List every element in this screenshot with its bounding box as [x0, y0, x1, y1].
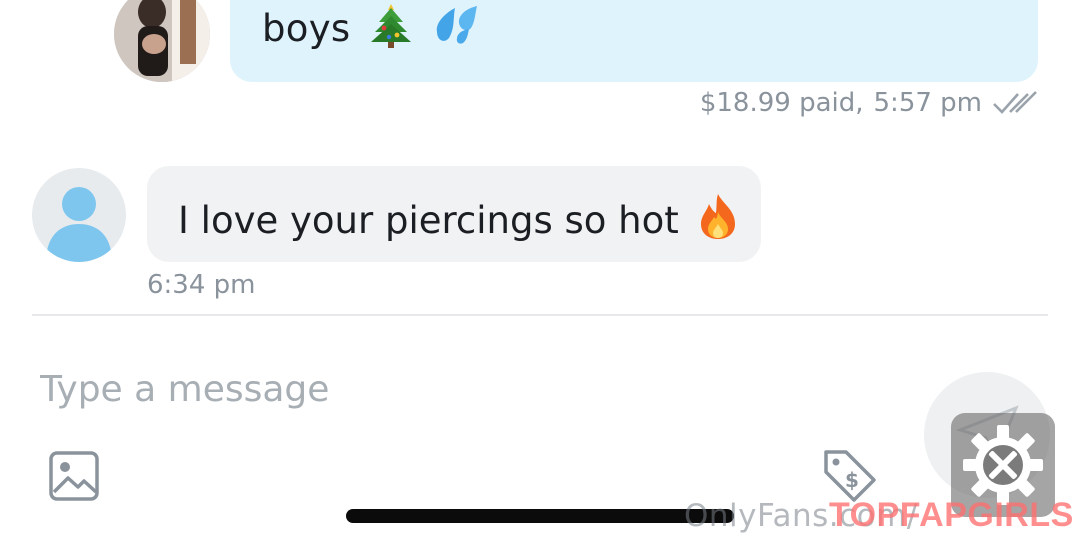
double-check-icon	[993, 91, 1037, 114]
received-message-bubble: I love your piercings so hot	[147, 166, 761, 262]
svg-text:$: $	[845, 468, 859, 492]
sweat-droplets-icon	[436, 6, 477, 44]
sent-message-time: 5:57 pm	[873, 88, 982, 118]
watermark-brand: TOPFAPGIRLS	[829, 496, 1074, 534]
attach-image-button[interactable]	[48, 450, 100, 502]
received-message-text: I love your piercings so hot	[178, 192, 739, 242]
fan-avatar[interactable]	[32, 168, 126, 262]
sent-message-meta: $18.99 paid, 5:57 pm	[700, 88, 1038, 118]
image-icon	[49, 451, 99, 501]
sent-message-text: boys	[262, 2, 481, 50]
model-avatar[interactable]	[114, 0, 210, 82]
sent-message-bubble: boys	[230, 0, 1038, 82]
price-paid-label: $18.99 paid,	[699, 88, 864, 118]
message-input[interactable]	[40, 364, 880, 414]
composer-divider	[32, 314, 1048, 316]
fire-icon	[700, 194, 735, 239]
christmas-tree-icon	[370, 4, 411, 48]
avatar-photo-image	[114, 0, 210, 82]
received-message-time: 6:34 pm	[147, 270, 256, 300]
default-user-icon	[46, 187, 112, 262]
home-indicator	[346, 509, 734, 523]
